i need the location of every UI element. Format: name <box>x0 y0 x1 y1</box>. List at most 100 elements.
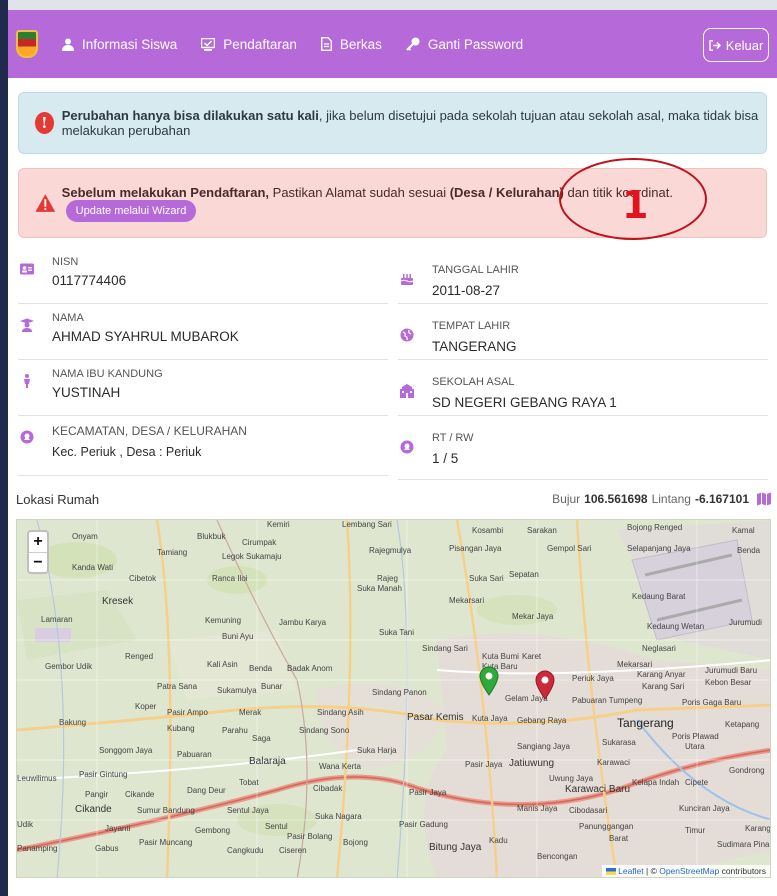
map-place-label: Pasir Gintung <box>79 770 128 779</box>
leaflet-link[interactable]: Leaflet <box>618 866 644 876</box>
info-row-rt-rw: RT / RW 1 / 5 <box>398 416 768 480</box>
map-place-label: Kebon Besar <box>705 678 752 687</box>
nav-berkas[interactable]: Berkas <box>320 37 382 52</box>
map-place-label: Poris Plawad <box>672 732 719 741</box>
map-place-label: Selapanjang Jaya <box>627 544 691 553</box>
map-place-label: Ketapang <box>725 720 760 729</box>
map-place-label: Sentul <box>265 822 288 831</box>
warning-bold-1: Sebelum melakukan Pendaftaran, <box>61 184 270 200</box>
update-wizard-button[interactable]: Update melalui Wizard <box>65 199 197 222</box>
nav-pendaftaran[interactable]: Pendaftaran <box>201 37 297 52</box>
nav-label: Ganti Password <box>427 36 524 52</box>
nav-informasi-siswa[interactable]: Informasi Siswa <box>62 37 177 52</box>
map-place-label: Pabuaran Tumpeng <box>572 696 643 705</box>
person-icon <box>24 374 30 388</box>
annotation-number: 1 <box>622 183 649 227</box>
warning-bold-2: (Desa / Kelurahan) <box>449 184 564 200</box>
zoom-out-button[interactable]: − <box>29 552 47 572</box>
map-place-label: Panunggangan <box>579 822 634 831</box>
map-place-label: Pasir Jaya <box>465 760 503 769</box>
map-place-label: Sukarasa <box>602 738 636 747</box>
map-place-label: Dang Deur <box>187 786 226 795</box>
map-place-label: Kosambi <box>472 526 504 535</box>
map-place-label: Onyam <box>72 532 98 541</box>
map-place-label: Bunar <box>261 682 283 691</box>
map-place-label: Ciseren <box>279 846 307 855</box>
map-place-label: Bojong Renged <box>627 523 683 532</box>
map-place-label: Suka Nagara <box>315 812 362 821</box>
map-place-label: Cibetok <box>129 574 157 583</box>
map-place-label: Mekarsari <box>617 660 653 669</box>
map-place-label: Periuk Jaya <box>572 674 614 683</box>
info-row-sekolah-asal: SEKOLAH ASAL SD NEGERI GEBANG RAYA 1 <box>398 360 768 416</box>
map-place-label: Sindang Sari <box>422 644 468 653</box>
map-place-label: Kubang <box>167 724 195 733</box>
info-value: 0117774406 <box>52 273 127 288</box>
user-icon <box>62 38 74 51</box>
exclamation-circle-icon: ! <box>35 112 54 134</box>
map-place-label: Karet <box>522 652 542 661</box>
info-label: SEKOLAH ASAL <box>432 376 515 388</box>
map-place-label: Gembong <box>195 826 231 835</box>
logout-button[interactable]: Keluar <box>703 28 769 62</box>
info-label: NISN <box>52 256 79 268</box>
map-place-label: Jurumudi <box>729 618 762 627</box>
globe-icon <box>400 328 414 342</box>
map-place-label: Jurumudi Baru <box>705 666 758 675</box>
info-alert-bold: Perubahan hanya bisa dilakukan satu kali <box>61 108 319 123</box>
map-place-label: Sarakan <box>527 526 557 535</box>
map-place-label: Balaraja <box>249 756 286 767</box>
nav-label: Informasi Siswa <box>82 36 178 52</box>
map-place-label: Timur <box>685 826 706 835</box>
school-icon <box>400 384 414 398</box>
map-place-label: Suka Sari <box>469 574 504 583</box>
info-row-nisn: NISN 0117774406 <box>18 248 388 304</box>
map-place-label: Koper <box>135 702 157 711</box>
map-place-label: Kadu <box>489 836 508 845</box>
map-place-label: Cikande <box>75 804 112 815</box>
info-alert-text: Perubahan hanya bisa dilakukan satu kali… <box>62 108 766 138</box>
info-label: RT / RW <box>432 432 474 444</box>
logo-icon[interactable] <box>16 30 38 58</box>
info-label: TEMPAT LAHIR <box>432 320 511 332</box>
map-place-label: Karang <box>745 824 771 833</box>
map-attribution: Leaflet | © OpenStreetMap contributors <box>601 865 770 877</box>
map-place-label: Buni Ayu <box>222 632 254 641</box>
graduate-icon <box>20 318 34 332</box>
zoom-control: + − <box>27 530 49 574</box>
map-place-label: Rajeg <box>377 574 398 583</box>
map-place-label: Ranca Iloi <box>212 574 248 583</box>
map-place-label: Tobat <box>239 778 259 787</box>
nav-ganti-password[interactable]: Ganti Password <box>406 37 523 52</box>
map-place-label: Pasir Gadung <box>399 820 448 829</box>
zoom-in-button[interactable]: + <box>29 532 47 552</box>
map-place-label: Sukamulya <box>217 686 257 695</box>
map-place-label: Pasir Bolang <box>287 832 333 841</box>
map-place-label: Jambu Karya <box>279 618 327 627</box>
info-label: NAMA IBU KANDUNG <box>52 368 163 380</box>
map-place-label: Bojong <box>343 838 368 847</box>
map-marker-green-icon[interactable] <box>479 666 499 696</box>
map-place-label: Cipete <box>685 778 709 787</box>
map-place-label: Bitung Jaya <box>429 842 482 853</box>
map-place-label: Karawaci <box>597 758 630 767</box>
info-alert: ! Perubahan hanya bisa dilakukan satu ka… <box>18 92 767 154</box>
map-marker-red-icon[interactable] <box>535 670 555 700</box>
navbar: Informasi Siswa Pendaftaran Berkas Ganti… <box>8 10 777 78</box>
location-icon <box>400 440 414 454</box>
map-place-label: Sumur Bandung <box>137 806 195 815</box>
map-place-label: Sindang Panon <box>372 688 427 697</box>
map-place-label: Gembor Udik <box>45 662 93 671</box>
osm-link[interactable]: OpenStreetMap <box>659 866 719 876</box>
map-place-label: Uwung Jaya <box>549 774 594 783</box>
monitor-icon <box>201 37 216 51</box>
map-place-label: Karang Sari <box>642 682 685 691</box>
map-icon[interactable] <box>757 492 771 506</box>
map-place-label: Bakung <box>59 718 87 727</box>
map-place-label: Pisangan Jaya <box>449 544 502 553</box>
map-place-label: Kedaung Wetan <box>647 622 705 631</box>
map-place-label: Kanda Wati <box>72 563 114 572</box>
info-label: KECAMATAN, DESA / KELURAHAN <box>52 424 247 438</box>
location-map[interactable]: + − Kemiri Lembang Sari Kosambi Sarakan … <box>16 519 771 878</box>
map-place-label: Suka Harja <box>357 746 397 755</box>
